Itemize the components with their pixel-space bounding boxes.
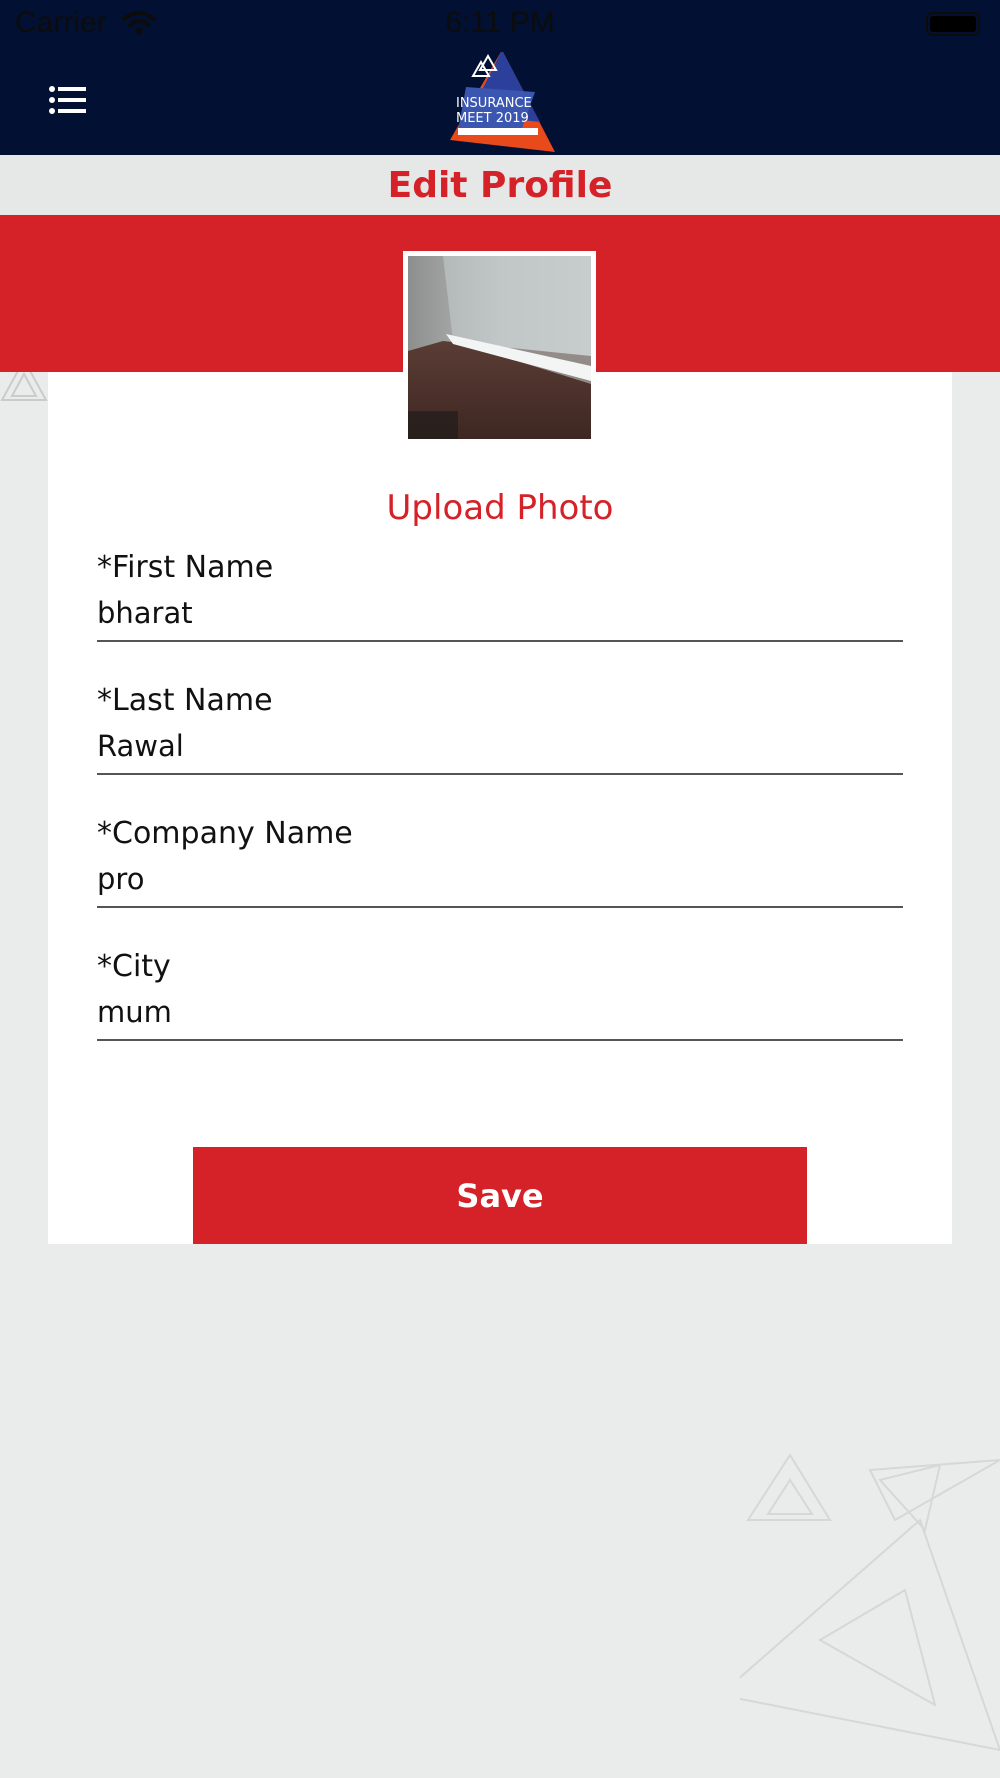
profile-photo[interactable] [408,256,591,439]
city-field: *City [97,947,903,1041]
navigation-bar: INSURANCE MEET 2019 [0,52,1000,155]
battery-icon [926,12,980,36]
first-name-input[interactable] [97,596,903,642]
profile-photo-frame [403,251,596,440]
company-name-label: *Company Name [97,816,353,851]
company-name-input[interactable] [97,862,903,908]
city-input[interactable] [97,995,903,1041]
company-name-field: *Company Name [97,814,903,908]
insurance-meet-logo: INSURANCE MEET 2019 [450,52,555,152]
last-name-field: *Last Name [97,681,903,775]
svg-text:INSURANCE: INSURANCE [456,96,532,111]
save-button[interactable]: Save [193,1147,807,1244]
last-name-input[interactable] [97,729,903,775]
first-name-label: *First Name [97,550,274,585]
upload-photo-link[interactable]: Upload Photo [0,488,1000,528]
status-bar: Carrier 6:11 PM [0,0,1000,52]
page-title: Edit Profile [387,165,613,206]
list-menu-icon[interactable] [48,84,86,116]
first-name-field: *First Name [97,548,903,642]
svg-text:MEET 2019: MEET 2019 [456,111,529,126]
triangle-pattern-bottom-right-decoration [740,1453,1000,1752]
status-time: 6:11 PM [445,6,555,39]
last-name-label: *Last Name [97,683,273,718]
city-label: *City [97,949,171,984]
title-bar: Edit Profile [0,155,1000,215]
